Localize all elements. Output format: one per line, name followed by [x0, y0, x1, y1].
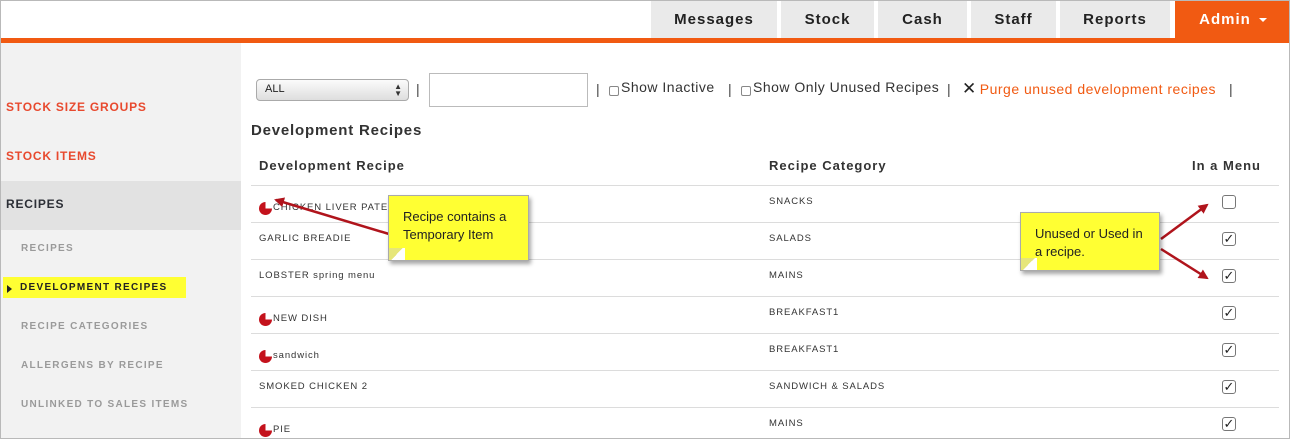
sidebar-subitem-recipes[interactable]: RECIPES	[21, 243, 74, 254]
nav-tab-admin[interactable]: Admin	[1175, 1, 1289, 38]
search-input[interactable]	[429, 73, 588, 107]
separator: |	[728, 81, 732, 97]
top-navigation: Messages Stock Cash Staff Reports Admin	[1, 1, 1289, 38]
column-header-recipe[interactable]: Development Recipe	[259, 158, 405, 173]
separator: |	[596, 81, 600, 97]
sidebar-subitem-label: DEVELOPMENT RECIPES	[20, 282, 168, 293]
in-menu-checkbox[interactable]: ✓	[1222, 343, 1236, 357]
show-only-unused-label: Show Only Unused Recipes	[753, 79, 940, 95]
in-menu-checkbox[interactable]: ✓	[1222, 417, 1236, 431]
recipe-name[interactable]: LOBSTER spring menu	[259, 270, 375, 281]
recipe-category: SANDWICH & SALADS	[769, 381, 886, 392]
temporary-item-icon	[259, 424, 272, 437]
table-row[interactable]: sandwich	[259, 345, 320, 363]
purge-unused-link[interactable]: ✕ Purge unused development recipes	[962, 79, 1217, 98]
temporary-item-icon	[259, 350, 272, 363]
row-divider	[251, 333, 1279, 334]
callout-fold	[389, 248, 405, 260]
recipe-category: SALADS	[769, 233, 812, 244]
table-row[interactable]: PIE	[259, 419, 291, 437]
column-header-in-menu[interactable]: In a Menu	[1192, 158, 1261, 173]
show-only-unused-checkbox[interactable]	[741, 86, 751, 96]
separator: |	[1229, 81, 1233, 97]
callout-arrow	[1160, 247, 1209, 280]
current-item-arrow-icon	[7, 285, 12, 293]
sidebar-item-stock-size-groups[interactable]: STOCK SIZE GROUPS	[1, 100, 241, 114]
sidebar-subitem-recipe-categories[interactable]: RECIPE CATEGORIES	[21, 321, 149, 332]
app-window: Messages Stock Cash Staff Reports Admin …	[0, 0, 1290, 439]
nav-tab-staff[interactable]: Staff	[971, 1, 1056, 38]
sidebar-item-stock-items[interactable]: STOCK ITEMS	[1, 149, 241, 163]
page-title: Development Recipes	[251, 122, 423, 139]
category-filter-select[interactable]: ALL ▲ ▼	[256, 79, 409, 101]
separator: |	[416, 81, 420, 97]
row-divider	[251, 407, 1279, 408]
show-inactive-toggle[interactable]: Show Inactive	[609, 78, 715, 96]
sidebar-subitem-development-recipes[interactable]: DEVELOPMENT RECIPES	[3, 277, 186, 298]
separator: |	[947, 81, 951, 97]
callout-unused: Unused or Used in a recipe.	[1020, 212, 1160, 271]
sidebar-item-recipes[interactable]: RECIPES	[1, 181, 241, 230]
recipe-name[interactable]: sandwich	[273, 350, 320, 361]
show-inactive-checkbox[interactable]	[609, 86, 619, 96]
sidebar-subitem-allergens-by-recipe[interactable]: ALLERGENS BY RECIPE	[21, 360, 164, 371]
recipe-name[interactable]: PIE	[273, 424, 291, 435]
select-arrows-icon: ▲ ▼	[394, 82, 402, 98]
sidebar-subitem-unlinked-to-sales-items[interactable]: UNLINKED TO SALES ITEMS	[21, 399, 189, 410]
select-value: ALL	[265, 83, 285, 95]
row-divider	[251, 296, 1279, 297]
nav-tab-messages[interactable]: Messages	[651, 1, 777, 38]
in-menu-checkbox[interactable]: ✓	[1222, 232, 1236, 246]
nav-tab-cash[interactable]: Cash	[878, 1, 967, 38]
close-icon: ✕	[962, 79, 977, 98]
row-divider	[251, 370, 1279, 371]
callout-text: Recipe contains a Temporary Item	[403, 209, 507, 242]
recipe-category: BREAKFAST1	[769, 307, 840, 318]
admin-label: Admin	[1199, 11, 1251, 28]
temporary-item-icon	[259, 202, 272, 215]
in-menu-checkbox[interactable]	[1222, 195, 1236, 209]
row-divider	[251, 185, 1279, 186]
table-row[interactable]: CHICKEN LIVER PATE	[259, 197, 388, 215]
nav-tab-stock[interactable]: Stock	[781, 1, 874, 38]
show-only-unused-toggle[interactable]: Show Only Unused Recipes	[741, 78, 939, 96]
chevron-down-icon	[1258, 17, 1267, 22]
recipe-name[interactable]: CHICKEN LIVER PATE	[273, 202, 388, 213]
purge-label: Purge unused development recipes	[979, 81, 1217, 97]
temporary-item-icon	[259, 313, 272, 326]
callout-fold	[1021, 258, 1037, 270]
recipe-name[interactable]: SMOKED CHICKEN 2	[259, 381, 368, 392]
in-menu-checkbox[interactable]: ✓	[1222, 380, 1236, 394]
recipe-name[interactable]: NEW DISH	[273, 313, 328, 324]
table-row[interactable]: NEW DISH	[259, 308, 328, 326]
callout-temporary-item: Recipe contains a Temporary Item	[388, 195, 529, 261]
nav-tab-reports[interactable]: Reports	[1060, 1, 1170, 38]
in-menu-checkbox[interactable]: ✓	[1222, 306, 1236, 320]
in-menu-checkbox[interactable]: ✓	[1222, 269, 1236, 283]
recipe-category: MAINS	[769, 418, 804, 429]
recipe-category: BREAKFAST1	[769, 344, 840, 355]
show-inactive-label: Show Inactive	[621, 79, 715, 95]
sidebar: STOCK SIZE GROUPS STOCK ITEMS RECIPES RE…	[1, 43, 241, 438]
column-header-category[interactable]: Recipe Category	[769, 158, 887, 173]
recipe-name[interactable]: GARLIC BREADIE	[259, 233, 351, 244]
recipe-category: SNACKS	[769, 196, 814, 207]
callout-text: Unused or Used in a recipe.	[1035, 226, 1143, 259]
recipe-category: MAINS	[769, 270, 804, 281]
